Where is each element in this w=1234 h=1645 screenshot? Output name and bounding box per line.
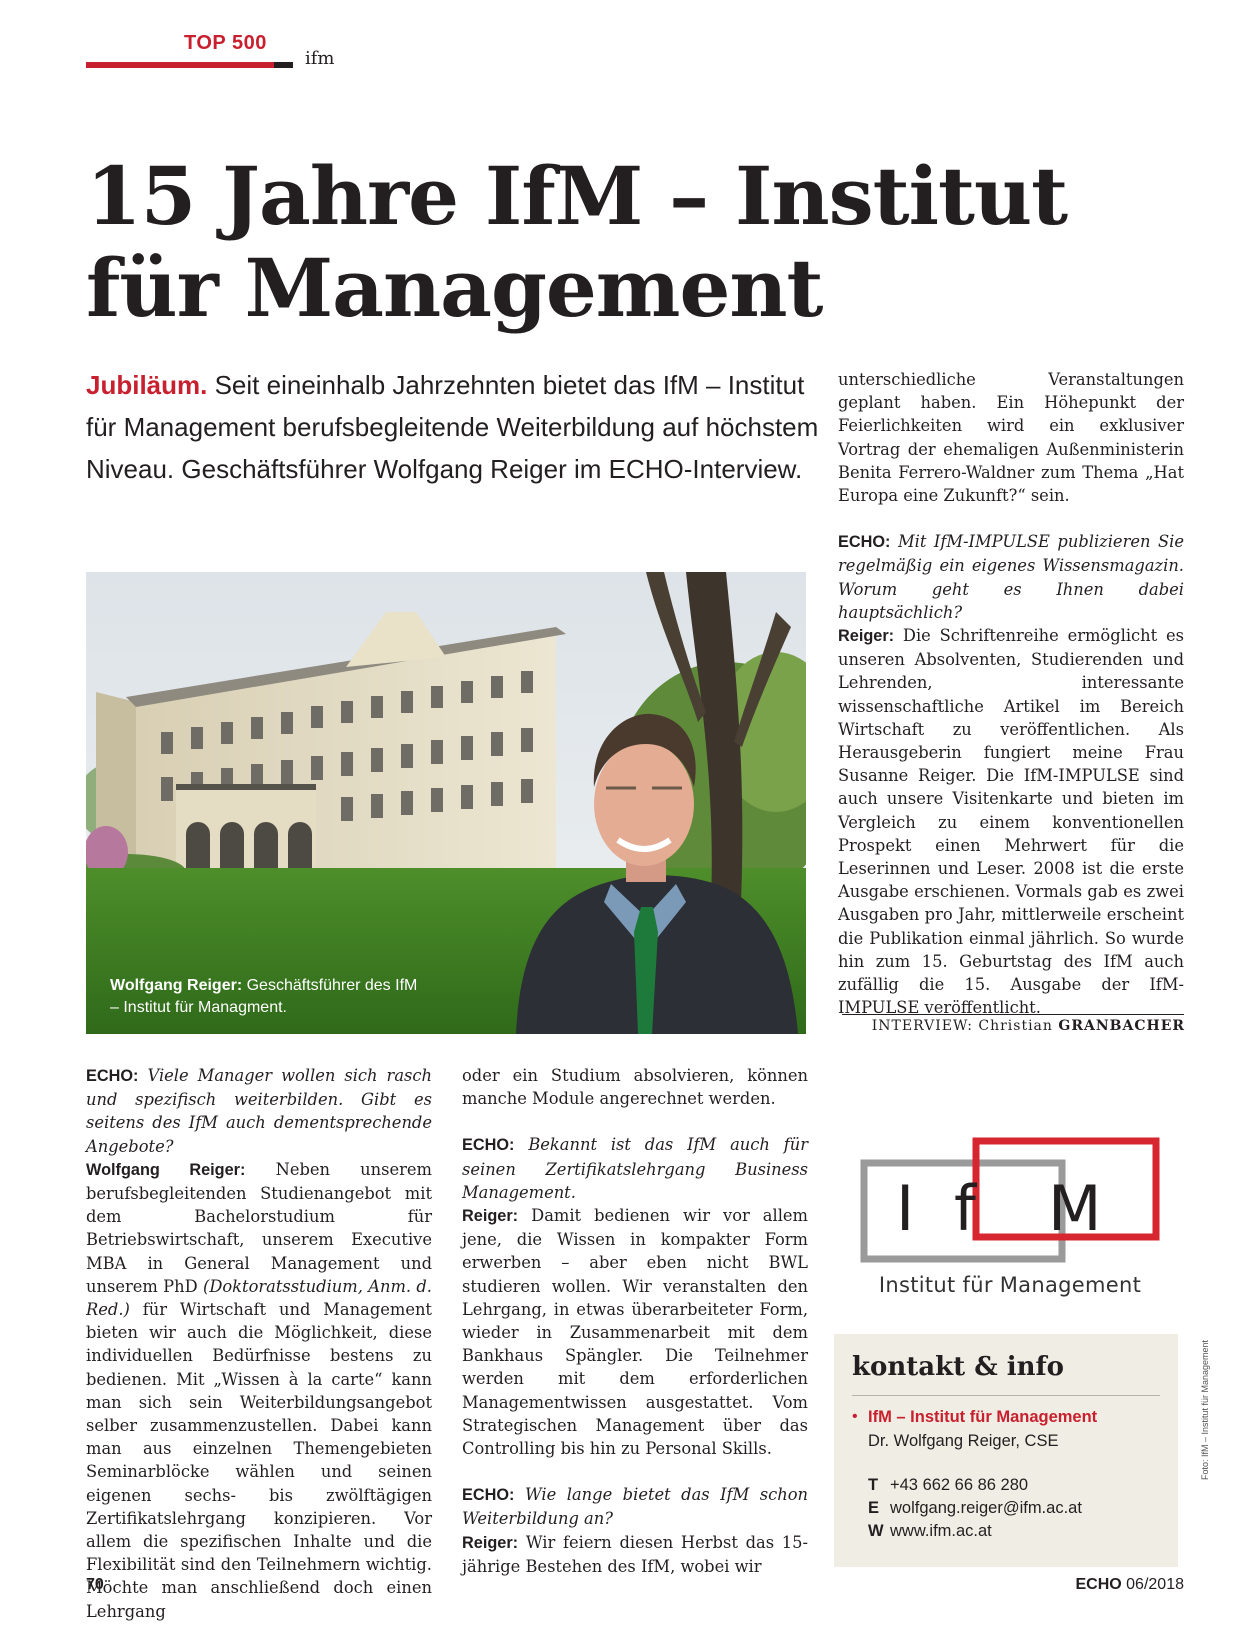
contact-person: Dr. Wolfgang Reiger, CSE — [868, 1432, 1059, 1450]
paragraph-continuation: unterschiedliche Veranstaltungen geplant… — [838, 370, 1184, 506]
logo-subtitle: Institut für Management — [878, 1273, 1142, 1297]
logo-letter-f: f — [954, 1172, 978, 1245]
question-3: Wie lange bietet das IfM schon Weiterbil… — [462, 1485, 808, 1529]
answer-label: Reiger: — [462, 1533, 519, 1552]
interview-name: GRANBACHER — [1058, 1018, 1185, 1034]
phone-value: +43 662 66 86 280 — [890, 1476, 1029, 1494]
paragraph-a1: Wolfgang Reiger: Neben unserem berufsbeg… — [86, 1158, 432, 1623]
email-label: E — [868, 1499, 880, 1517]
issue-number: 06/2018 — [1126, 1576, 1184, 1593]
contact-web: Wwww.ifm.ac.at — [868, 1522, 992, 1541]
answer-label: Reiger: — [838, 627, 895, 646]
question-4: Mit IfM-IMPULSE publizieren Sie regelmäß… — [838, 532, 1184, 622]
web-label: W — [868, 1522, 884, 1540]
email-value[interactable]: wolfgang.reiger@ifm.ac.at — [890, 1499, 1082, 1517]
logo-letter-m: M — [1048, 1172, 1102, 1245]
echo-label: ECHO: — [838, 533, 891, 552]
paragraph-q4: ECHO: Mit IfM-IMPULSE publizieren Sie re… — [838, 530, 1184, 624]
paragraph-a3: Reiger: Wir feiern diesen Herbst das 15-… — [462, 1531, 808, 1578]
paragraph-continuation: oder ein Studium absolvieren, können man… — [462, 1066, 808, 1109]
phone-label: T — [868, 1476, 879, 1494]
subsection-label: ifm — [305, 48, 335, 69]
header-rule-red — [86, 62, 274, 68]
logo-letter-i: I — [896, 1172, 914, 1245]
paragraph-q1: ECHO: Viele Manager wollen sich rasch un… — [86, 1064, 432, 1158]
section-label: TOP 500 — [184, 32, 267, 54]
interview-label: INTERVIEW: Christian — [871, 1018, 1053, 1034]
page-number: 70 — [86, 1576, 104, 1593]
echo-label: ECHO: — [462, 1486, 515, 1505]
answer-1a: Neben unserem berufsbegleitenden Studien… — [86, 1159, 432, 1296]
contact-title: kontakt & info — [852, 1352, 1065, 1382]
echo-label: ECHO: — [86, 1067, 139, 1085]
paragraph-a2: Reiger: Damit bedienen wir vor allem jen… — [462, 1204, 808, 1460]
answer-label: Wolfgang Reiger: — [86, 1160, 246, 1179]
bullet-icon: • — [852, 1408, 858, 1425]
paragraph-q3: ECHO: Wie lange bietet das IfM schon Wei… — [462, 1483, 808, 1530]
answer-label: Reiger: — [462, 1207, 519, 1226]
interview-rule — [842, 1014, 1184, 1015]
lead-keyword: Jubiläum. — [86, 370, 208, 400]
caption-name: Wolfgang Reiger: — [110, 977, 243, 994]
question-1: Viele Manager wollen sich rasch und spez… — [86, 1066, 432, 1156]
interview-credit: INTERVIEW: Christian GRANBACHER — [845, 1018, 1185, 1034]
paragraph-q2: ECHO: Bekannt ist das IfM auch für seine… — [462, 1133, 808, 1204]
paragraph-a4: Reiger: Die Schriftenreihe ermöglicht es… — [838, 624, 1184, 1019]
answer-1b: für Wirtschaft und Management bieten wir… — [86, 1300, 432, 1621]
magazine-name: ECHO — [1075, 1576, 1122, 1593]
article-photo — [86, 572, 806, 1034]
title-line-2: für Management — [86, 241, 823, 335]
article-title: 15 Jahre IfM – Institut für Management — [86, 150, 1186, 334]
web-link[interactable]: www.ifm.ac.at — [890, 1522, 992, 1540]
contact-divider — [852, 1395, 1160, 1396]
contact-email: Ewolfgang.reiger@ifm.ac.at — [868, 1499, 1082, 1518]
title-line-1: 15 Jahre IfM – Institut — [86, 149, 1068, 243]
header-rule-dark — [274, 62, 293, 68]
article-column-1: ECHO: Viele Manager wollen sich rasch un… — [86, 1064, 432, 1623]
footer-issue: ECHO 06/2018 — [1060, 1576, 1184, 1594]
photo-caption: Wolfgang Reiger: Geschäftsführer des IfM… — [110, 975, 430, 1019]
answer-4: Die Schriftenreihe ermöglicht es unseren… — [838, 626, 1184, 1018]
article-column-3: unterschiedliche Veranstaltungen geplant… — [838, 368, 1184, 1019]
contact-organization: IfM – Institut für Management — [868, 1408, 1098, 1426]
photo-credit: Foto: IfM – Institut für Management — [1200, 1339, 1210, 1480]
article-column-2: oder ein Studium absolvieren, können man… — [462, 1064, 808, 1578]
article-lead: Jubiläum. Seit eineinhalb Jahrzehnten bi… — [86, 364, 826, 490]
contact-phone: T +43 662 66 86 280 — [868, 1476, 1028, 1495]
answer-2: Damit bedienen wir vor allem jene, die W… — [462, 1206, 808, 1459]
question-2: Bekannt ist das IfM auch für seinen Zert… — [462, 1135, 808, 1202]
echo-label: ECHO: — [462, 1136, 515, 1155]
